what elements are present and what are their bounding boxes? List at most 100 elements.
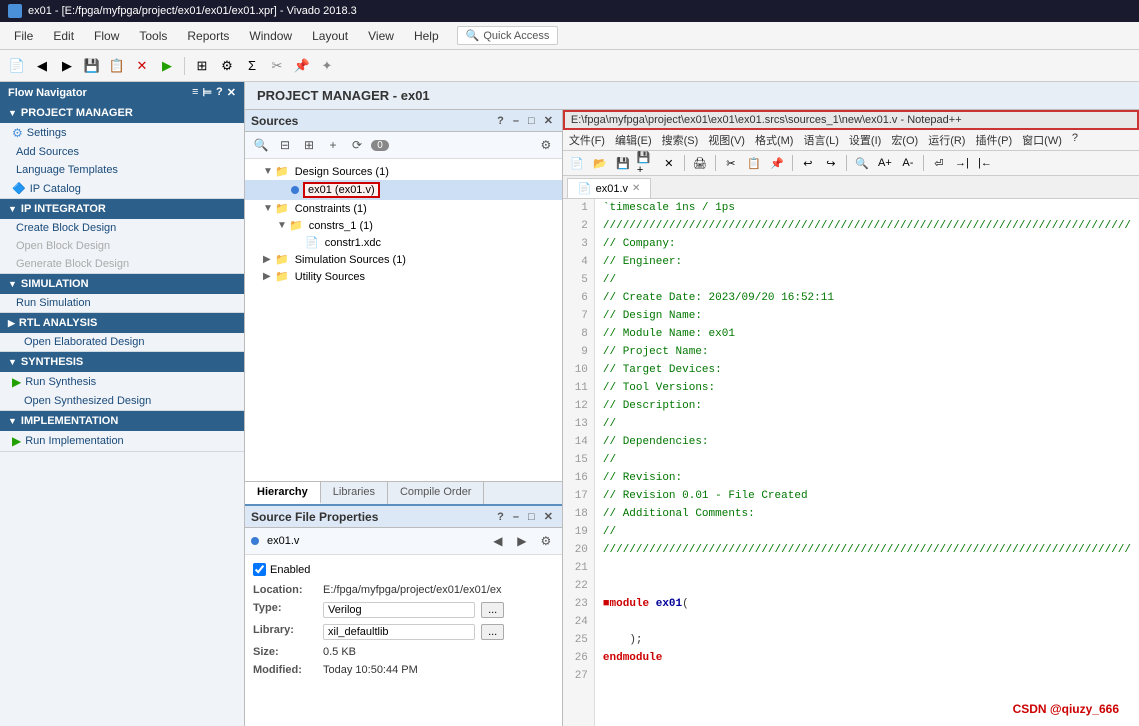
tb-paste-btn[interactable]: 📌 xyxy=(291,55,313,77)
nav-section-synthesis-header[interactable]: ▼ SYNTHESIS xyxy=(0,352,244,372)
nav-item-add-sources[interactable]: Add Sources xyxy=(0,143,244,161)
tree-constraints[interactable]: ▼ 📁 Constraints (1) xyxy=(245,200,562,217)
nav-section-ip-integrator-header[interactable]: ▼ IP INTEGRATOR xyxy=(0,199,244,219)
sources-minimize-btn[interactable]: – xyxy=(510,114,522,128)
np-find-btn[interactable]: 🔍 xyxy=(852,153,872,173)
tb-back-btn[interactable]: ◀ xyxy=(31,55,53,77)
np-cut-btn[interactable]: ✂ xyxy=(721,153,741,173)
collapse-all-btn[interactable]: ⊟ xyxy=(275,135,295,155)
tree-item-ex01[interactable]: ex01 (ex01.v) xyxy=(245,180,562,200)
ex01-file-label[interactable]: ex01 (ex01.v) xyxy=(303,182,380,198)
code-editor-area[interactable]: 1234567891011121314151617181920212223242… xyxy=(563,199,1139,726)
tb-copy-btn[interactable]: 📋 xyxy=(106,55,128,77)
nav-section-project-manager-header[interactable]: ▼ PROJECT MANAGER xyxy=(0,103,244,123)
np-new-btn[interactable]: 📄 xyxy=(567,153,587,173)
nav-item-run-simulation[interactable]: Run Simulation xyxy=(0,294,244,312)
menu-view[interactable]: View xyxy=(358,25,404,47)
props-minimize-btn[interactable]: – xyxy=(510,510,522,524)
np-paste-btn[interactable]: 📌 xyxy=(767,153,787,173)
menu-tools[interactable]: Tools xyxy=(129,25,177,47)
props-question-btn[interactable]: ? xyxy=(494,510,507,524)
nav-item-language-templates[interactable]: Language Templates xyxy=(0,161,244,179)
refresh-btn[interactable]: ⟳ xyxy=(347,135,367,155)
enabled-checkbox[interactable] xyxy=(253,563,266,576)
tree-constrs1[interactable]: ▼ 📁 constrs_1 (1) xyxy=(245,217,562,234)
np-save-all-btn[interactable]: 💾+ xyxy=(636,153,656,173)
tb-stop-btn[interactable]: ✕ xyxy=(131,55,153,77)
menu-file[interactable]: File xyxy=(4,25,43,47)
nav-item-open-elaborated-design[interactable]: Open Elaborated Design xyxy=(0,333,244,351)
menu-layout[interactable]: Layout xyxy=(302,25,358,47)
menu-edit[interactable]: Edit xyxy=(43,25,84,47)
tb-new-btn[interactable]: 📄 xyxy=(6,55,28,77)
tree-arrow-utility[interactable]: ▶ xyxy=(263,271,275,282)
tb-settings-btn[interactable]: ⚙ xyxy=(216,55,238,77)
nav-item-run-synthesis[interactable]: ▶ Run Synthesis xyxy=(0,372,244,392)
np-save-btn[interactable]: 💾 xyxy=(613,153,633,173)
add-source-btn[interactable]: + xyxy=(323,135,343,155)
type-input[interactable] xyxy=(323,602,475,618)
nav-section-simulation-header[interactable]: ▼ SIMULATION xyxy=(0,274,244,294)
sources-question-btn[interactable]: ? xyxy=(494,114,507,128)
np-print-btn[interactable]: 🖨 xyxy=(690,153,710,173)
notepad-menu-help[interactable]: ? xyxy=(1072,132,1078,148)
tb-sigma-btn[interactable]: Σ xyxy=(241,55,263,77)
menu-help[interactable]: Help xyxy=(404,25,449,47)
tab-close-btn[interactable]: ✕ xyxy=(632,183,640,194)
tb-forward-btn[interactable]: ▶ xyxy=(56,55,78,77)
nav-item-open-synthesized-design[interactable]: Open Synthesized Design xyxy=(0,392,244,410)
nav-action-close[interactable]: ✕ xyxy=(227,86,236,99)
props-forward-btn[interactable]: ▶ xyxy=(512,531,532,551)
notepad-menu-language[interactable]: 语言(L) xyxy=(803,132,838,148)
np-zoom-out-btn[interactable]: A- xyxy=(898,153,918,173)
props-back-btn[interactable]: ◀ xyxy=(488,531,508,551)
sources-maximize-btn[interactable]: □ xyxy=(525,114,538,128)
props-maximize-btn[interactable]: □ xyxy=(525,510,538,524)
notepad-menu-file[interactable]: 文件(F) xyxy=(569,132,605,148)
notepad-menu-format[interactable]: 格式(M) xyxy=(755,132,794,148)
code-content[interactable]: `timescale 1ns / 1ps////////////////////… xyxy=(595,199,1139,726)
notepad-menu-settings[interactable]: 设置(I) xyxy=(849,132,881,148)
tb-run-btn[interactable]: ▶ xyxy=(156,55,178,77)
tree-arrow-design-sources[interactable]: ▼ xyxy=(263,166,275,177)
nav-item-settings[interactable]: ⚙ Settings xyxy=(0,123,244,143)
props-close-btn[interactable]: ✕ xyxy=(541,509,556,524)
tb-wand-btn[interactable]: ✦ xyxy=(316,55,338,77)
menu-flow[interactable]: Flow xyxy=(84,25,129,47)
notepad-menu-edit[interactable]: 编辑(E) xyxy=(615,132,652,148)
library-ellipsis-btn[interactable]: ... xyxy=(481,624,504,640)
quick-access-bar[interactable]: 🔍 Quick Access xyxy=(457,26,559,45)
tree-arrow-sim[interactable]: ▶ xyxy=(263,254,275,265)
editor-tab-ex01[interactable]: 📄 ex01.v ✕ xyxy=(567,178,652,198)
np-undo-btn[interactable]: ↩ xyxy=(798,153,818,173)
np-close-btn[interactable]: ✕ xyxy=(659,153,679,173)
notepad-menu-view[interactable]: 视图(V) xyxy=(708,132,745,148)
tree-arrow-constraints[interactable]: ▼ xyxy=(263,203,275,214)
nav-section-implementation-header[interactable]: ▼ IMPLEMENTATION xyxy=(0,411,244,431)
tree-design-sources[interactable]: ▼ 📁 Design Sources (1) xyxy=(245,163,562,180)
nav-item-create-block-design[interactable]: Create Block Design xyxy=(0,219,244,237)
notepad-menu-plugins[interactable]: 插件(P) xyxy=(975,132,1012,148)
tb-cut-btn[interactable]: ✂ xyxy=(266,55,288,77)
menu-reports[interactable]: Reports xyxy=(177,25,239,47)
nav-item-run-implementation[interactable]: ▶ Run Implementation xyxy=(0,431,244,451)
props-settings-btn[interactable]: ⚙ xyxy=(536,531,556,551)
library-input[interactable] xyxy=(323,624,475,640)
tb-save-btn[interactable]: 💾 xyxy=(81,55,103,77)
tree-constr1-xdc[interactable]: 📄 constr1.xdc xyxy=(245,234,562,251)
notepad-menu-window[interactable]: 窗口(W) xyxy=(1022,132,1062,148)
np-unindent-btn[interactable]: |← xyxy=(975,153,995,173)
nav-item-ip-catalog[interactable]: 🔷 IP Catalog xyxy=(0,179,244,198)
tree-simulation-sources[interactable]: ▶ 📁 Simulation Sources (1) xyxy=(245,251,562,268)
np-copy-btn[interactable]: 📋 xyxy=(744,153,764,173)
tab-libraries[interactable]: Libraries xyxy=(321,482,388,504)
np-redo-btn[interactable]: ↪ xyxy=(821,153,841,173)
tab-hierarchy[interactable]: Hierarchy xyxy=(245,482,321,504)
sources-close-btn[interactable]: ✕ xyxy=(541,113,556,128)
tb-grid-btn[interactable]: ⊞ xyxy=(191,55,213,77)
search-btn[interactable]: 🔍 xyxy=(251,135,271,155)
np-wrap-btn[interactable]: ⏎ xyxy=(929,153,949,173)
type-ellipsis-btn[interactable]: ... xyxy=(481,602,504,618)
notepad-menu-run[interactable]: 运行(R) xyxy=(928,132,965,148)
tree-arrow-constrs1[interactable]: ▼ xyxy=(277,220,289,231)
